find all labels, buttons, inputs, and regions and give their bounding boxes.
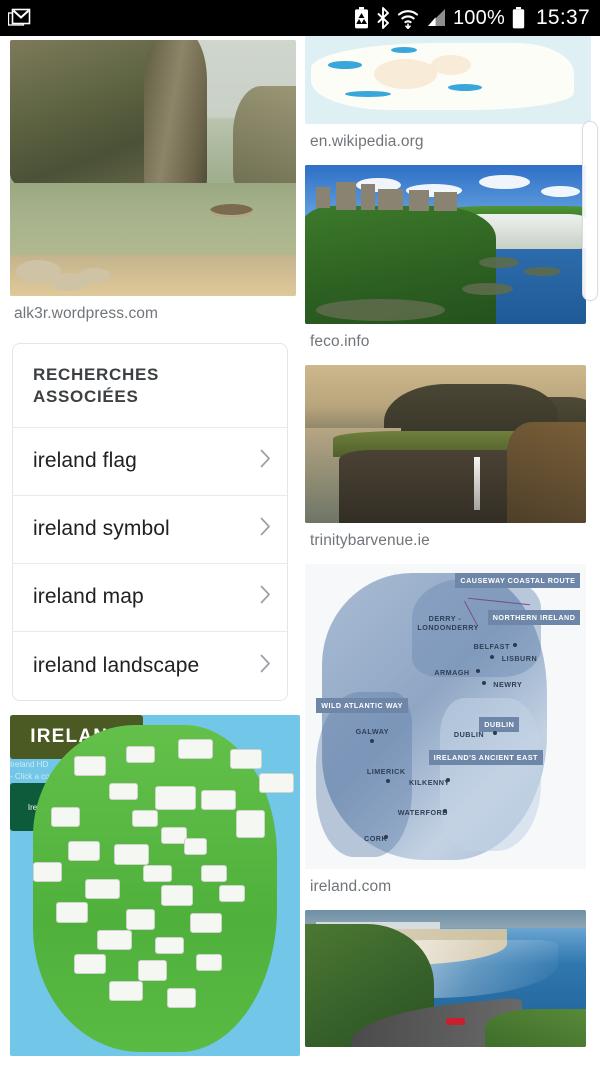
region-tag-northern-ireland: NORTHERN IRELAND [487,609,581,625]
result-source-label: ireland.com [310,878,392,895]
results-column-left: alk3r.wordpress.com RECHERCHES ASSOCIÉES… [0,36,300,1067]
map-city-londonderry: LONDONDERRY [417,623,479,633]
dunluce-castle-cliffs-photo[interactable] [305,165,586,324]
map-city-kilkenny: KILKENNY [408,777,450,787]
results-column-right: en.wikipedia.org feco.info trinitybarven… [300,36,600,1067]
status-bar-clock: 15:37 [535,6,590,29]
wikipedia-coastline-map[interactable] [305,36,591,124]
related-search-label: ireland map [33,585,144,609]
region-tag-causeway-coastal-route: CAUSEWAY COASTAL ROUTE [455,573,581,589]
result-tile[interactable]: feco.info [300,165,600,365]
related-search-item-ireland-symbol[interactable]: ireland symbol [13,496,287,564]
result-tile[interactable]: trinitybarvenue.ie [300,365,600,564]
vertical-scrollbar[interactable] [582,121,598,301]
map-city-limerick: LIMERICK [366,766,406,776]
bluetooth-icon [376,7,390,29]
map-city-belfast: BELFAST [473,641,510,651]
battery-saver-icon [354,7,369,29]
related-search-item-ireland-map[interactable]: ireland map [13,564,287,632]
karst-rock-bay-photo[interactable] [10,40,296,296]
related-search-label: ireland landscape [33,653,200,677]
result-source-label: alk3r.wordpress.com [14,305,159,322]
result-tile[interactable] [300,910,600,1047]
ireland-tourist-cartoon-map[interactable]: IRELAND Ireland HD - Click a county - [10,714,300,1056]
related-search-label: ireland symbol [33,517,170,541]
wifi-icon [397,7,419,30]
chevron-right-icon [260,585,271,609]
region-tag-dublin: DUBLIN [479,716,520,732]
result-source-label: trinitybarvenue.ie [310,532,430,549]
map-city-armagh: ARMAGH [434,667,470,677]
related-searches-card: RECHERCHES ASSOCIÉES ireland flag irelan… [12,343,288,701]
map-city-waterford: WATERFORD [397,808,448,817]
region-tag-irelands-ancient-east: IRELAND'S ANCIENT EAST [428,750,543,766]
result-tile[interactable]: en.wikipedia.org [300,36,600,165]
gasadalur-cliff-waterfall-photo[interactable] [305,365,586,523]
result-source-label: feco.info [310,333,370,350]
chevron-right-icon [260,449,271,473]
result-source-label: en.wikipedia.org [310,133,424,150]
result-tile[interactable]: alk3r.wordpress.com [0,40,300,337]
coastal-road-beach-photo[interactable] [305,910,586,1047]
result-tile[interactable]: IRELAND Ireland HD - Click a county - [0,714,300,1056]
related-search-item-ireland-landscape[interactable]: ireland landscape [13,632,287,700]
related-searches-heading: RECHERCHES ASSOCIÉES [13,344,287,428]
ireland-regions-tourism-map[interactable]: CAUSEWAY COASTAL ROUTE NORTHERN IRELAND … [305,564,586,869]
chevron-right-icon [260,517,271,541]
battery-percent-label: 100% [452,6,505,29]
status-bar: 100% 15:37 [0,0,600,36]
result-tile[interactable]: CAUSEWAY COASTAL ROUTE NORTHERN IRELAND … [300,564,600,910]
related-search-item-ireland-flag[interactable]: ireland flag [13,428,287,496]
chevron-right-icon [260,654,271,678]
related-search-label: ireland flag [33,449,137,473]
status-bar-notifications [0,8,32,28]
status-bar-system-icons: 100% 15:37 [354,6,600,30]
map-city-dublin: DUBLIN [453,730,485,740]
battery-full-icon [512,7,525,29]
map-city-newry: NEWRY [493,679,523,689]
map-city-lisburn: LISBURN [501,653,538,663]
map-city-galway: GALWAY [355,727,390,737]
region-tag-wild-atlantic-way: WILD ATLANTIC WAY [316,698,408,714]
map-city-derry: DERRY - [428,614,462,624]
image-results-grid: alk3r.wordpress.com RECHERCHES ASSOCIÉES… [0,36,600,1067]
gmail-icon [7,8,32,28]
cellular-signal-icon [426,8,446,28]
